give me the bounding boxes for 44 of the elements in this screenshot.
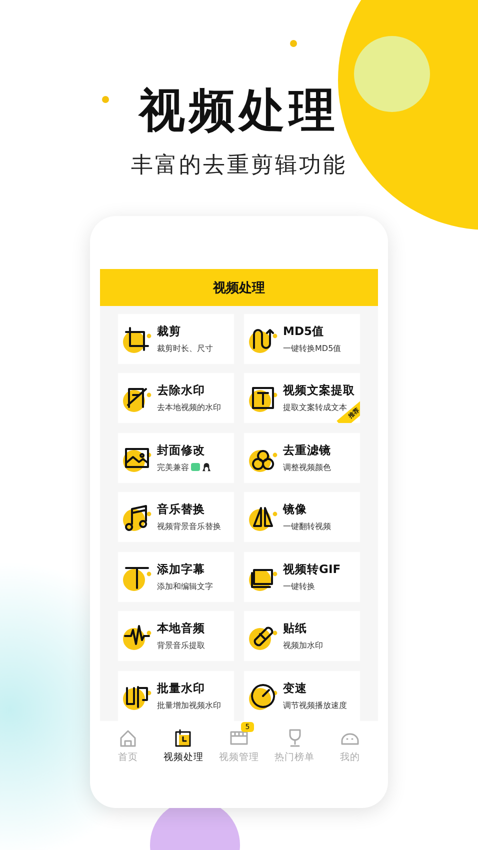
tool-name: 去除水印 xyxy=(157,383,206,398)
tool-description: 一键翻转视频 xyxy=(283,521,331,532)
tool-name: 视频转GIF xyxy=(283,562,341,577)
tool-description: 一键转换 xyxy=(283,580,315,592)
tool-name: 封面修改 xyxy=(157,442,206,458)
tool-description: 视频背景音乐替换 xyxy=(157,521,221,532)
tool-description: 批量增加视频水印 xyxy=(157,700,221,711)
tool-name: 贴纸 xyxy=(283,621,308,636)
tool-name: 变速 xyxy=(283,680,308,696)
tool-card[interactable]: 去重滤镜 调整视频颜色 xyxy=(244,432,360,483)
headline: 视频处理 xyxy=(139,84,339,136)
tool-name: 添加字幕 xyxy=(157,562,206,577)
screen-title: 视频处理 xyxy=(100,269,378,306)
tool-description: 完美兼容 xyxy=(157,462,189,473)
tool-card[interactable]: 变速 调节视频播放速度 xyxy=(244,670,360,721)
tool-card[interactable]: 视频转GIF 一键转换 xyxy=(244,552,360,602)
tool-description: 裁剪时长、尺寸 xyxy=(157,343,213,354)
tool-card[interactable]: 贴纸 视频加水印 xyxy=(244,611,360,662)
tool-description: 调整视频颜色 xyxy=(283,462,331,473)
tool-description: 视频加水印 xyxy=(283,640,323,652)
tool-name: 裁剪 xyxy=(157,324,182,339)
tool-description: 去本地视频的水印 xyxy=(157,402,221,414)
tool-name: 音乐替换 xyxy=(157,502,206,518)
tool-description: 调节视频播放速度 xyxy=(283,700,347,711)
tool-name: MD5值 xyxy=(283,324,325,339)
tool-name: 视频文案提取 xyxy=(283,383,355,398)
tool-name: 本地音频 xyxy=(157,621,205,636)
tool-description: 添加和编辑文字 xyxy=(157,580,213,592)
tool-card[interactable]: 裁剪 裁剪时长、尺寸 xyxy=(118,314,234,364)
tool-name: 批量水印 xyxy=(157,680,206,696)
nav-tab[interactable]: 视频处理 xyxy=(156,725,212,766)
tool-card[interactable]: 去除水印 去本地视频的水印 xyxy=(118,373,234,424)
tool-name: 去重滤镜 xyxy=(283,442,331,458)
tool-card[interactable]: 批量水印 批量增加视频水印 xyxy=(118,670,234,721)
subtitle: 丰富的去重剪辑功能 xyxy=(131,152,347,180)
tool-card[interactable]: MD5值 一键转换MD5值 xyxy=(244,314,360,364)
tool-description: 一键转换MD5值 xyxy=(283,343,342,354)
tool-description: 背景音乐提取 xyxy=(157,640,205,652)
tool-name: 镜像 xyxy=(283,502,308,518)
tool-card[interactable]: 添加字幕 添加和编辑文字 xyxy=(118,552,234,602)
tool-card[interactable]: 镜像 一键翻转视频 xyxy=(244,492,360,542)
tool-card[interactable]: 本地音频 背景音乐提取 xyxy=(118,611,234,662)
tool-card[interactable]: 封面修改 完美兼容 xyxy=(118,432,234,483)
tool-card[interactable]: 音乐替换 视频背景音乐替换 xyxy=(118,492,234,542)
